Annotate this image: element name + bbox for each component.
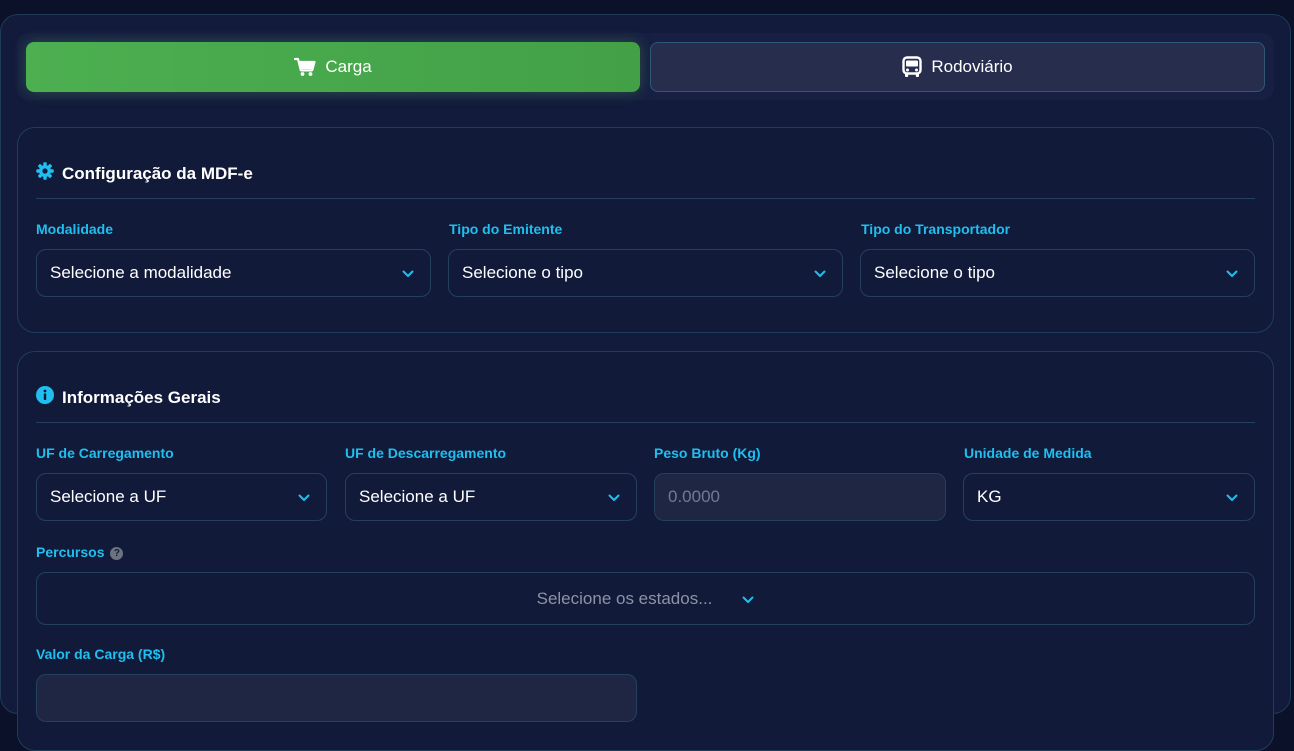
- peso-bruto-input[interactable]: 0.0000: [654, 473, 946, 521]
- percursos-label: Percursos?: [36, 544, 124, 560]
- percursos-select[interactable]: Selecione os estados...: [36, 572, 1255, 625]
- chevron-down-icon: [1226, 487, 1238, 507]
- chevron-down-icon: [742, 589, 754, 609]
- valor-carga-label: Valor da Carga (R$): [36, 646, 166, 662]
- modalidade-select[interactable]: Selecione a modalidade: [36, 249, 431, 297]
- chevron-down-icon: [1226, 263, 1238, 283]
- tipo-transportador-label: Tipo do Transportador: [861, 221, 1011, 237]
- info-divider: [36, 422, 1255, 423]
- config-divider: [36, 198, 1255, 199]
- peso-bruto-label: Peso Bruto (Kg): [654, 445, 761, 461]
- unidade-medida-label: Unidade de Medida: [964, 445, 1092, 461]
- uf-descarregamento-label: UF de Descarregamento: [345, 445, 507, 461]
- percursos-placeholder: Selecione os estados...: [536, 588, 713, 608]
- main-panel: Carga Rodoviário Configuração da MDF-e M…: [0, 14, 1291, 751]
- info-icon: [36, 386, 54, 409]
- tipo-transportador-value: Selecione o tipo: [874, 263, 995, 282]
- uf-descarregamento-value: Selecione a UF: [359, 487, 476, 506]
- tab-rodoviario-label: Rodoviário: [931, 57, 1013, 76]
- unidade-medida-select[interactable]: KG: [963, 473, 1255, 521]
- tipo-emitente-label: Tipo do Emitente: [449, 221, 563, 237]
- info-title-text: Informações Gerais: [62, 387, 221, 407]
- info-title: Informações Gerais: [36, 386, 221, 409]
- percursos-label-text: Percursos: [36, 544, 105, 560]
- tipo-emitente-value: Selecione o tipo: [462, 263, 583, 282]
- chevron-down-icon: [814, 263, 826, 283]
- bus-icon: [902, 56, 923, 78]
- peso-bruto-placeholder: 0.0000: [668, 487, 720, 506]
- uf-carregamento-label: UF de Carregamento: [36, 445, 174, 461]
- chevron-down-icon: [298, 487, 310, 507]
- tipo-transportador-select[interactable]: Selecione o tipo: [860, 249, 1255, 297]
- tab-carga-label: Carga: [325, 57, 372, 76]
- config-title-text: Configuração da MDF-e: [62, 163, 253, 183]
- info-card: Informações Gerais UF de Carregamento Se…: [17, 351, 1274, 751]
- modalidade-label: Modalidade: [36, 221, 114, 237]
- config-title: Configuração da MDF-e: [36, 162, 253, 185]
- uf-carregamento-select[interactable]: Selecione a UF: [36, 473, 327, 521]
- valor-carga-input[interactable]: [36, 674, 637, 722]
- modalidade-value: Selecione a modalidade: [50, 263, 232, 282]
- uf-carregamento-value: Selecione a UF: [50, 487, 167, 506]
- config-card: Configuração da MDF-e Modalidade Selecio…: [17, 127, 1274, 333]
- tab-rodoviario[interactable]: Rodoviário: [650, 42, 1265, 92]
- chevron-down-icon: [402, 263, 414, 283]
- tab-bar: Carga Rodoviário: [17, 33, 1274, 100]
- tipo-emitente-select[interactable]: Selecione o tipo: [448, 249, 843, 297]
- chevron-down-icon: [608, 487, 620, 507]
- tab-carga[interactable]: Carga: [26, 42, 640, 92]
- unidade-medida-value: KG: [977, 487, 1002, 506]
- uf-descarregamento-select[interactable]: Selecione a UF: [345, 473, 637, 521]
- cart-icon: [294, 57, 316, 77]
- help-icon[interactable]: ?: [110, 547, 124, 560]
- gear-icon: [36, 162, 54, 185]
